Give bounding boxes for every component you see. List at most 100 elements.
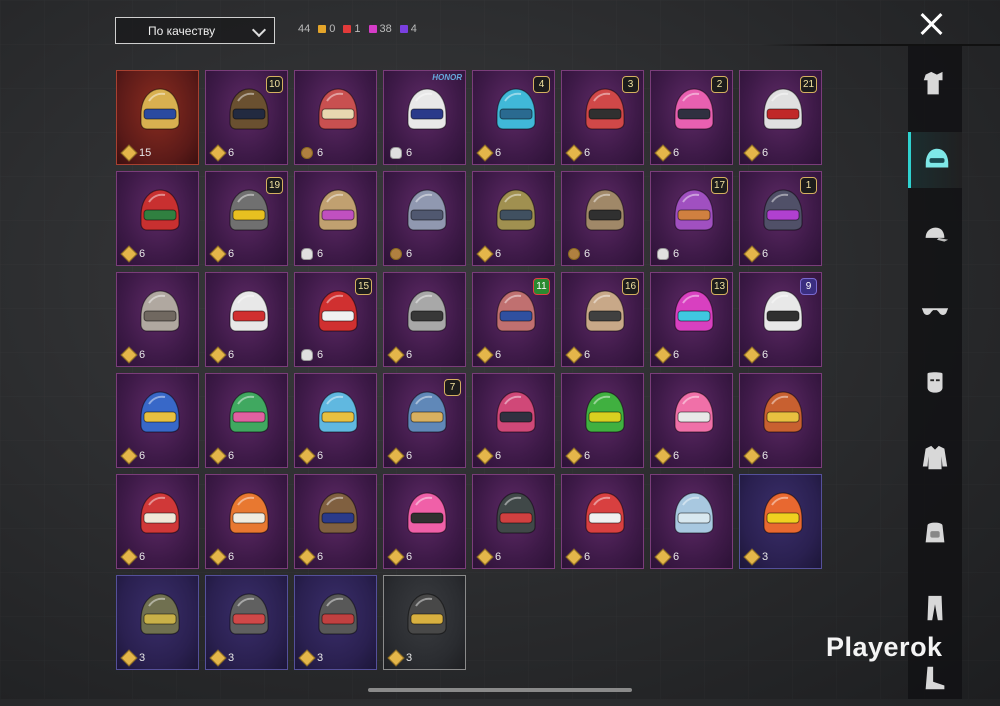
item-quantity: 6 xyxy=(209,346,234,364)
helmet-item-card[interactable]: 6 xyxy=(205,272,288,367)
helmet-item-card[interactable]: 16 6 xyxy=(561,272,644,367)
helmet-item-card[interactable]: 3 xyxy=(116,575,199,670)
diamond-icon xyxy=(476,144,494,162)
helmet-item-card[interactable]: 6 xyxy=(294,171,377,266)
helmet-item-card[interactable]: 15 6 xyxy=(294,272,377,367)
helmet-icon xyxy=(674,88,714,130)
helmet-item-card[interactable]: 6 xyxy=(650,373,733,468)
item-quantity: 3 xyxy=(209,649,235,667)
quantity-value: 6 xyxy=(673,147,680,159)
helmet-item-card[interactable]: 6 xyxy=(561,171,644,266)
helmet-item-card[interactable]: 6 xyxy=(294,70,377,165)
quantity-value: 3 xyxy=(406,652,413,664)
helmet-item-card[interactable]: 6 xyxy=(116,171,199,266)
item-quantity: 6 xyxy=(120,346,145,364)
sidebar-item-cap[interactable] xyxy=(908,208,962,264)
quantity-value: 6 xyxy=(139,248,146,260)
helmet-item-card[interactable]: 6 xyxy=(116,474,199,569)
helmet-item-card[interactable]: 6 xyxy=(383,171,466,266)
item-quantity: 6 xyxy=(657,248,679,260)
helmet-item-card[interactable]: 15 xyxy=(116,70,199,165)
helmet-item-card[interactable]: 6 xyxy=(294,373,377,468)
quantity-value: 6 xyxy=(673,450,680,462)
diamond-icon xyxy=(298,649,316,667)
helmet-item-card[interactable]: 6 xyxy=(561,474,644,569)
quantity-value: 6 xyxy=(673,349,680,361)
sidebar-item-glasses[interactable] xyxy=(908,284,962,340)
inventory-grid: 15 10 6 6 HONOR 6 4 6 3 6 2 6 21 6 6 19 6 6 6 6 6 17 6 1 6 6 6 15 6 6… xyxy=(116,70,822,670)
sidebar-item-backpack[interactable] xyxy=(908,504,962,560)
helmet-item-card[interactable]: 10 6 xyxy=(205,70,288,165)
item-quantity: 6 xyxy=(654,548,679,566)
helmet-item-card[interactable]: 6 xyxy=(650,474,733,569)
helmet-icon xyxy=(407,593,447,635)
helmet-item-card[interactable]: 46 xyxy=(472,70,555,165)
helmet-item-card[interactable]: 13 6 xyxy=(650,272,733,367)
helmet-item-card[interactable]: 3 xyxy=(294,575,377,670)
helmet-item-card[interactable]: 3 xyxy=(739,474,822,569)
item-quantity: 6 xyxy=(390,248,412,260)
count-red: 1 xyxy=(343,23,361,35)
diamond-icon xyxy=(565,144,583,162)
sidebar-item-pants[interactable] xyxy=(908,580,962,636)
helmet-icon xyxy=(407,492,447,534)
diamond-icon xyxy=(654,144,672,162)
outfit-icon xyxy=(923,71,943,95)
item-quantity: 3 xyxy=(387,649,413,667)
quantity-value: 6 xyxy=(673,248,680,260)
quantity-value: 6 xyxy=(228,450,235,462)
helmet-item-card[interactable]: 76 xyxy=(383,373,466,468)
helmet-item-card[interactable]: 6 xyxy=(472,171,555,266)
diamond-icon xyxy=(209,346,227,364)
helmet-item-card[interactable]: 6 xyxy=(561,373,644,468)
quantity-value: 6 xyxy=(317,248,324,260)
sort-dropdown[interactable]: По качеству xyxy=(115,17,275,44)
helmet-item-card[interactable]: 6 xyxy=(383,474,466,569)
item-quantity: 6 xyxy=(209,245,234,263)
helmet-item-card[interactable]: 6 xyxy=(472,373,555,468)
helmet-icon xyxy=(674,290,714,332)
coin-icon xyxy=(390,248,402,260)
helmet-item-card[interactable]: 19 6 xyxy=(205,171,288,266)
item-quantity: 6 xyxy=(565,548,590,566)
quantity-value: 3 xyxy=(228,652,235,664)
helmet-item-card[interactable]: 17 6 xyxy=(650,171,733,266)
diamond-icon xyxy=(298,548,316,566)
item-quantity: 6 xyxy=(120,245,146,263)
helmet-item-card[interactable]: 96 xyxy=(739,272,822,367)
helmet-item-card[interactable]: 6 xyxy=(205,474,288,569)
helmet-item-card[interactable]: 21 6 xyxy=(739,70,822,165)
helmet-item-card[interactable]: 11 6 xyxy=(472,272,555,367)
helmet-item-card[interactable]: 3 xyxy=(205,575,288,670)
helmet-item-card[interactable]: 3 xyxy=(383,575,466,670)
helmet-item-card[interactable]: 6 xyxy=(739,373,822,468)
helmet-item-card[interactable]: 26 xyxy=(650,70,733,165)
helmet-item-card[interactable]: 6 xyxy=(116,373,199,468)
close-icon[interactable] xyxy=(918,10,946,38)
helmet-icon xyxy=(140,391,180,433)
helmet-item-card[interactable]: 6 xyxy=(383,272,466,367)
item-quantity: 6 xyxy=(568,248,590,260)
quantity-value: 6 xyxy=(406,147,413,159)
helmet-item-card[interactable]: HONOR 6 xyxy=(383,70,466,165)
home-indicator[interactable] xyxy=(368,688,632,692)
helmet-icon xyxy=(407,290,447,332)
helmet-icon xyxy=(763,290,803,332)
sidebar-item-jacket[interactable] xyxy=(908,430,962,486)
helmet-item-card[interactable]: 6 xyxy=(116,272,199,367)
item-quantity: 6 xyxy=(743,144,768,162)
helmet-item-card[interactable]: 36 xyxy=(561,70,644,165)
helmet-icon xyxy=(140,189,180,231)
helmet-item-card[interactable]: 16 xyxy=(739,171,822,266)
sidebar-item-mask[interactable] xyxy=(908,356,962,412)
helmet-icon xyxy=(585,492,625,534)
sidebar-item-outfit[interactable] xyxy=(908,56,962,112)
item-quantity: 6 xyxy=(120,548,145,566)
helmet-item-card[interactable]: 6 xyxy=(205,373,288,468)
diamond-icon xyxy=(743,447,761,465)
diamond-icon xyxy=(743,346,761,364)
helmet-item-card[interactable]: 6 xyxy=(472,474,555,569)
item-quantity: 6 xyxy=(301,147,323,159)
sidebar-item-helmet[interactable] xyxy=(908,132,962,188)
helmet-item-card[interactable]: 6 xyxy=(294,474,377,569)
